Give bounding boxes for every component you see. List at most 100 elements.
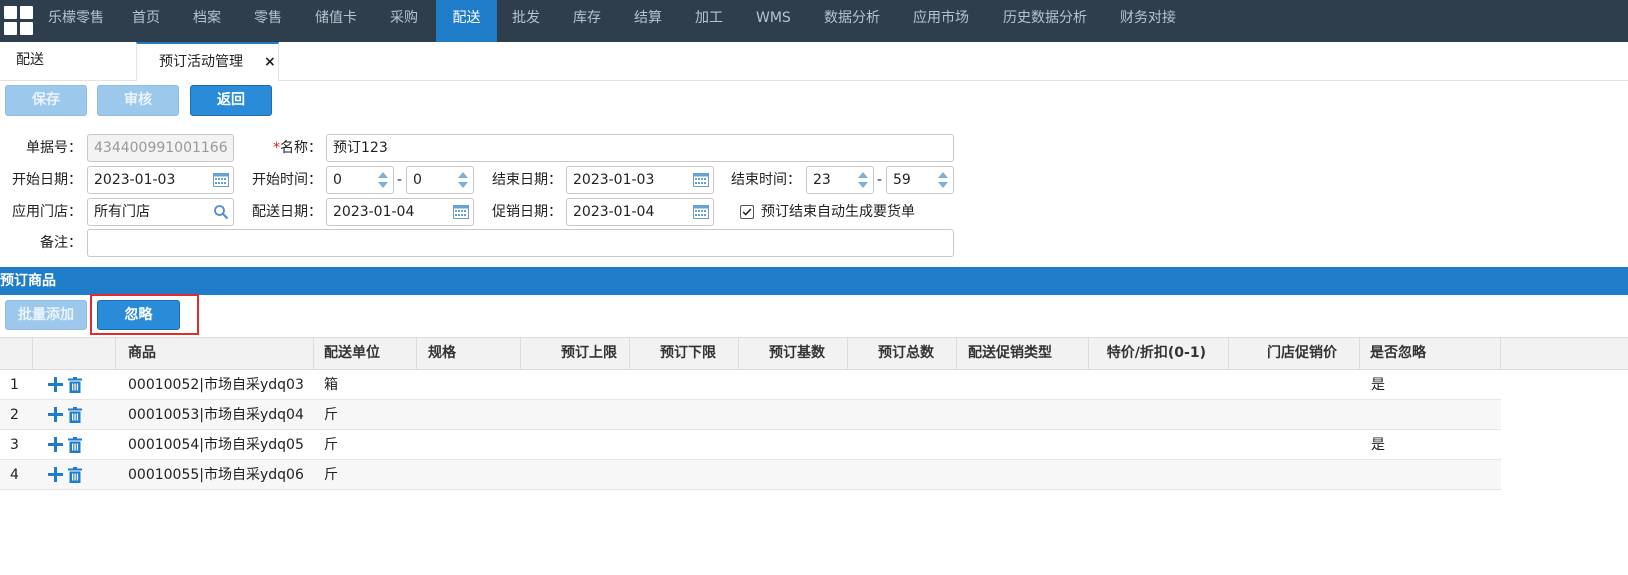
remark-field[interactable] (87, 229, 954, 257)
close-icon[interactable]: × (264, 44, 276, 80)
name-label-text: 名称： (280, 140, 322, 156)
col-spec[interactable]: 规格 (417, 338, 521, 369)
name-field[interactable]: 预订123 (326, 134, 954, 162)
plus-icon[interactable] (48, 437, 63, 452)
nav-item-brand[interactable]: 乐檬零售 (48, 0, 104, 42)
unit-cell: 斤 (324, 467, 338, 483)
trash-icon[interactable] (68, 437, 82, 453)
col-upper[interactable]: 预订上限 (521, 338, 630, 369)
tab-preorder-activity[interactable]: 预订活动管理 × (136, 42, 279, 81)
calendar-icon[interactable] (453, 205, 469, 219)
nav-item-processing[interactable]: 加工 (695, 0, 723, 42)
nav-item-wholesale[interactable]: 批发 (512, 0, 540, 42)
start-minute-field[interactable]: 0 (406, 166, 474, 194)
back-button[interactable]: 返回 (190, 85, 272, 116)
start-date-field[interactable]: 2023-01-03 (87, 166, 234, 194)
end-minute-value: 59 (893, 172, 911, 188)
auto-order-label[interactable]: 预订结束自动生成要货单 (761, 199, 915, 225)
nav-item-stored-value-card[interactable]: 储值卡 (315, 0, 357, 42)
nav-item-inventory[interactable]: 库存 (573, 0, 601, 42)
delivery-date-label: 配送日期： (252, 204, 322, 220)
search-icon[interactable] (213, 204, 229, 220)
time-dash: - (397, 172, 403, 188)
col-promo-type[interactable]: 配送促销类型 (957, 338, 1089, 369)
end-hour-value: 23 (813, 172, 831, 188)
trash-icon[interactable] (68, 467, 82, 483)
product-cell: 00010055|市场自采ydq06 (128, 467, 304, 483)
col-special-price[interactable]: 特价/折扣(0-1) (1089, 338, 1229, 369)
col-store-promo-price[interactable]: 门店促销价 (1229, 338, 1360, 369)
nav-item-archive[interactable]: 档案 (193, 0, 221, 42)
trash-icon[interactable] (68, 407, 82, 423)
table-row[interactable]: 1 00010052|市场自采ydq03 箱 是 (0, 370, 1501, 400)
tab-delivery[interactable]: 配送 (16, 42, 44, 80)
start-minute-value: 0 (413, 172, 422, 188)
col-ignore[interactable]: 是否忽略 (1360, 338, 1501, 369)
nav-item-finance[interactable]: 财务对接 (1120, 0, 1176, 42)
table-row[interactable]: 2 00010053|市场自采ydq04 斤 (0, 400, 1501, 430)
trash-icon[interactable] (68, 377, 82, 393)
end-minute-field[interactable]: 59 (886, 166, 954, 194)
nav-item-settlement[interactable]: 结算 (634, 0, 662, 42)
nav-item-wms[interactable]: WMS (756, 0, 791, 42)
tab-bar: 配送 预订活动管理 × (0, 42, 1628, 81)
col-index (0, 338, 33, 369)
table-row[interactable]: 4 00010055|市场自采ydq06 斤 (0, 460, 1501, 490)
nav-item-retail[interactable]: 零售 (254, 0, 282, 42)
ignore-cell: 是 (1371, 437, 1385, 453)
delivery-date-value: 2023-01-04 (333, 204, 415, 220)
promo-date-field[interactable]: 2023-01-04 (566, 198, 714, 226)
nav-item-delivery[interactable]: 配送 (436, 0, 497, 42)
row-number: 1 (10, 377, 19, 393)
time-dash: - (877, 172, 883, 188)
product-cell: 00010053|市场自采ydq04 (128, 407, 304, 423)
plus-icon[interactable] (48, 407, 63, 422)
store-value: 所有门店 (94, 204, 150, 220)
delivery-date-field[interactable]: 2023-01-04 (326, 198, 474, 226)
save-button[interactable]: 保存 (5, 85, 87, 116)
plus-icon[interactable] (48, 377, 63, 392)
required-mark: * (273, 140, 280, 156)
nav-item-app-market[interactable]: 应用市场 (913, 0, 969, 42)
spinner-icon[interactable] (937, 170, 949, 190)
doc-no-label: 单据号： (26, 140, 82, 156)
col-total[interactable]: 预订总数 (848, 338, 957, 369)
calendar-icon[interactable] (693, 205, 709, 219)
batch-add-button[interactable]: 批量添加 (5, 300, 87, 330)
spinner-icon[interactable] (457, 170, 469, 190)
tab-label: 预订活动管理 (159, 54, 243, 70)
start-hour-field[interactable]: 0 (326, 166, 394, 194)
calendar-icon[interactable] (213, 173, 229, 187)
grid-logo-icon[interactable] (4, 6, 34, 36)
spinner-icon[interactable] (377, 170, 389, 190)
col-lower[interactable]: 预订下限 (630, 338, 739, 369)
store-label: 应用门店： (12, 204, 82, 220)
end-time-label: 结束时间： (731, 172, 801, 188)
audit-button[interactable]: 审核 (97, 85, 179, 116)
calendar-icon[interactable] (693, 173, 709, 187)
start-date-label: 开始日期： (12, 172, 82, 188)
nav-item-data-analysis[interactable]: 数据分析 (824, 0, 880, 42)
end-date-value: 2023-01-03 (573, 172, 655, 188)
end-date-field[interactable]: 2023-01-03 (566, 166, 714, 194)
row-number: 2 (10, 407, 19, 423)
highlight-box (90, 294, 199, 335)
end-hour-field[interactable]: 23 (806, 166, 874, 194)
product-cell: 00010052|市场自采ydq03 (128, 377, 304, 393)
col-product[interactable]: 商品 (116, 338, 314, 369)
store-field[interactable]: 所有门店 (87, 198, 234, 226)
checkbox-icon[interactable] (740, 205, 754, 219)
unit-cell: 斤 (324, 407, 338, 423)
col-unit[interactable]: 配送单位 (314, 338, 417, 369)
start-hour-value: 0 (333, 172, 342, 188)
doc-no-field: 434400991001166 (87, 134, 234, 162)
row-number: 4 (10, 467, 19, 483)
plus-icon[interactable] (48, 467, 63, 482)
nav-item-purchase[interactable]: 采购 (390, 0, 418, 42)
col-base[interactable]: 预订基数 (739, 338, 848, 369)
nav-item-home[interactable]: 首页 (132, 0, 160, 42)
table-row[interactable]: 3 00010054|市场自采ydq05 斤 是 (0, 430, 1501, 460)
nav-item-history-analysis[interactable]: 历史数据分析 (1003, 0, 1087, 42)
spinner-icon[interactable] (857, 170, 869, 190)
section-title: 预订商品 (0, 267, 1628, 295)
